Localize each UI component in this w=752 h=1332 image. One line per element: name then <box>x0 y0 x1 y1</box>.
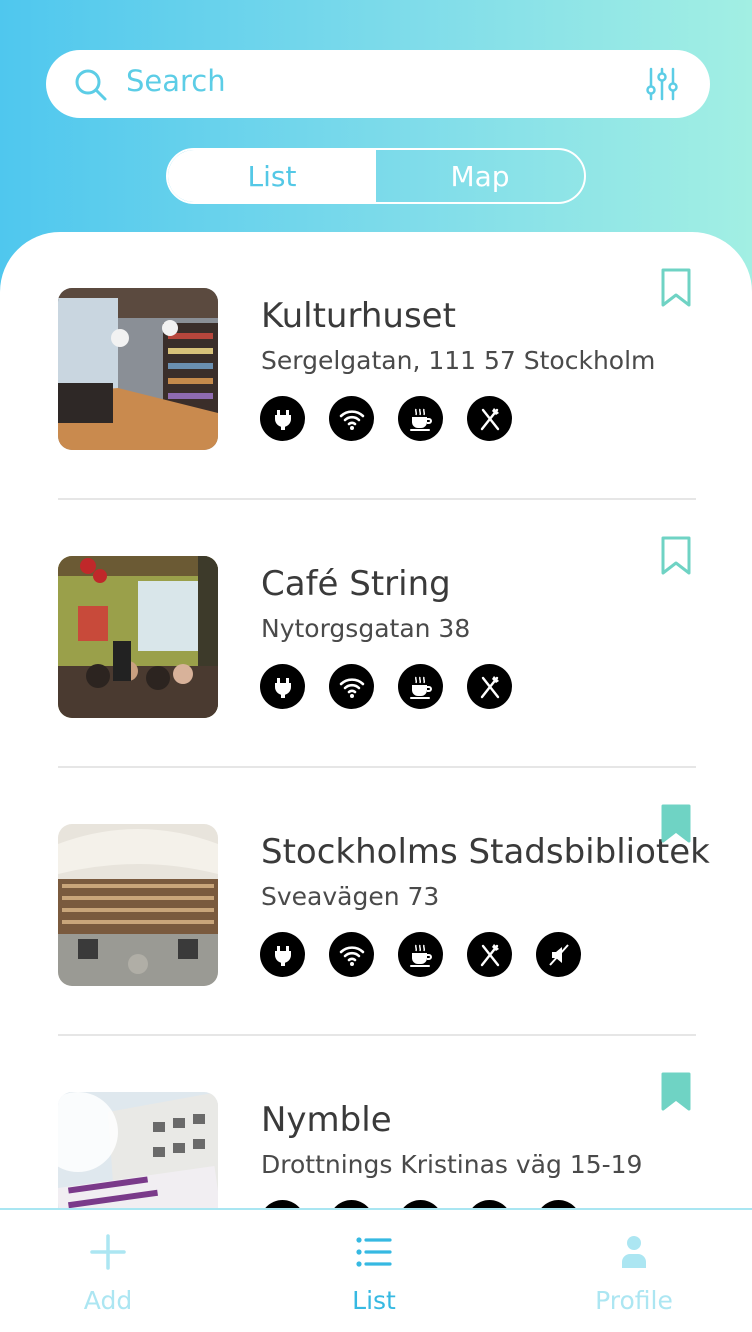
bookmark-icon[interactable] <box>660 268 692 308</box>
bookmark-icon[interactable] <box>660 536 692 576</box>
nav-list-label: List <box>352 1286 396 1315</box>
quiet-icon <box>536 932 581 977</box>
power-outlet-icon <box>260 396 305 441</box>
search-bar[interactable]: Search <box>46 50 710 118</box>
places-list: Kulturhuset Sergelgatan, 111 57 Stockhol… <box>0 232 752 1332</box>
wifi-icon <box>329 664 374 709</box>
list-icon <box>356 1237 392 1267</box>
place-address: Drottnings Kristinas väg 15-19 <box>261 1150 643 1179</box>
nav-profile-label: Profile <box>595 1286 673 1315</box>
nav-add[interactable]: Add <box>28 1220 188 1330</box>
place-name[interactable]: Café String <box>261 564 451 604</box>
food-icon <box>467 664 512 709</box>
place-address: Nytorgsgatan 38 <box>261 614 471 643</box>
place-name[interactable]: Stockholms Stadsbibliotek <box>261 832 710 872</box>
bookmark-icon[interactable] <box>660 804 692 844</box>
place-address: Sveavägen 73 <box>261 882 440 911</box>
place-card[interactable]: Café String Nytorgsgatan 38 <box>0 500 752 768</box>
filter-icon[interactable] <box>644 66 680 102</box>
search-icon <box>75 69 107 101</box>
place-name[interactable]: Nymble <box>261 1100 392 1140</box>
place-card[interactable]: Kulturhuset Sergelgatan, 111 57 Stockhol… <box>0 232 752 500</box>
tab-list-view[interactable]: List <box>168 150 376 202</box>
coffee-icon <box>398 664 443 709</box>
plus-icon <box>90 1234 126 1270</box>
place-photo <box>58 556 218 718</box>
view-toggle: List Map <box>166 148 586 204</box>
power-outlet-icon <box>260 664 305 709</box>
wifi-icon <box>329 932 374 977</box>
search-input[interactable]: Search <box>126 64 226 98</box>
power-outlet-icon <box>260 932 305 977</box>
tab-map-view[interactable]: Map <box>376 150 584 202</box>
amenities <box>260 664 512 709</box>
food-icon <box>467 396 512 441</box>
wifi-icon <box>329 396 374 441</box>
place-card[interactable]: Stockholms Stadsbibliotek Sveavägen 73 <box>0 768 752 1036</box>
place-photo <box>58 288 218 450</box>
place-name[interactable]: Kulturhuset <box>261 296 456 336</box>
coffee-icon <box>398 932 443 977</box>
nav-profile[interactable]: Profile <box>554 1220 714 1330</box>
amenities <box>260 396 512 441</box>
food-icon <box>467 932 512 977</box>
bottom-nav: Add List Profile <box>0 1208 752 1332</box>
nav-list[interactable]: List <box>294 1220 454 1330</box>
coffee-icon <box>398 396 443 441</box>
nav-add-label: Add <box>83 1286 133 1315</box>
person-icon <box>622 1236 646 1268</box>
place-address: Sergelgatan, 111 57 Stockholm <box>261 346 656 375</box>
bookmark-icon[interactable] <box>660 1072 692 1112</box>
place-photo <box>58 824 218 986</box>
amenities <box>260 932 581 977</box>
